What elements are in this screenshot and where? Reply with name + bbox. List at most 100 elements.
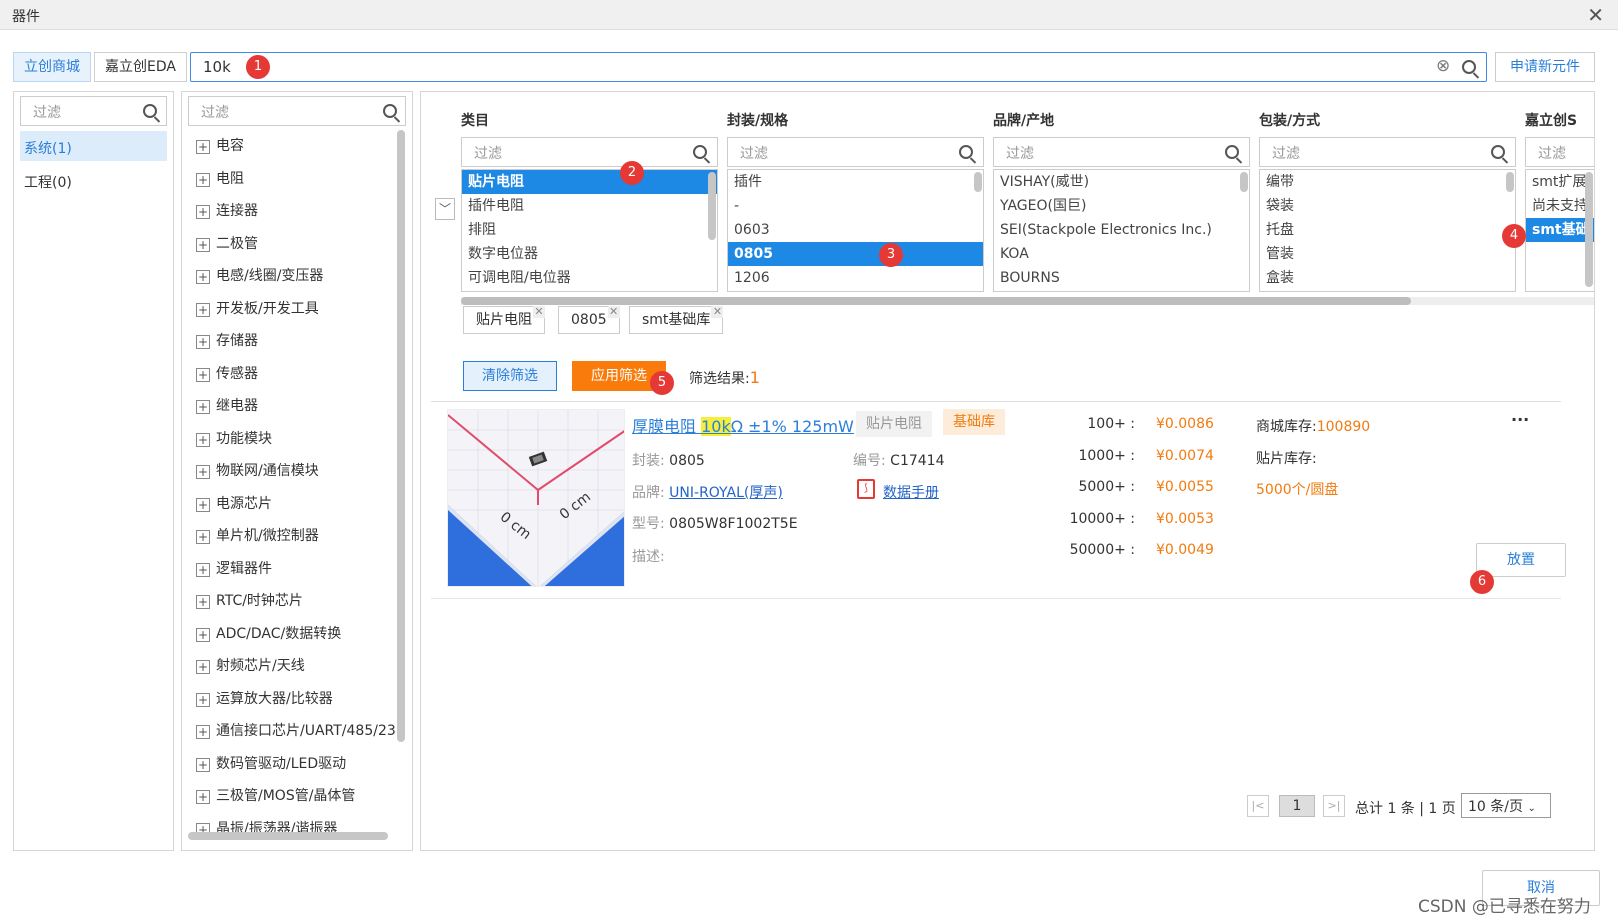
facet-option[interactable]: 排阻 — [462, 218, 717, 242]
facet-option[interactable]: 托盘 — [1260, 218, 1515, 242]
tree-item[interactable]: + 射频芯片/天线 — [196, 655, 305, 679]
search-input[interactable]: 10k ⊗ — [190, 52, 1487, 82]
facet-option[interactable]: 编带 — [1260, 170, 1515, 194]
clear-icon[interactable]: ⊗ — [1436, 56, 1450, 76]
tree-item[interactable]: + RTC/时钟芯片 — [196, 590, 303, 614]
tree-item[interactable]: + 电源芯片 — [196, 493, 272, 517]
tree-item[interactable]: + 通信接口芯片/UART/485/23 — [196, 720, 396, 744]
expand-icon[interactable]: + — [196, 562, 210, 577]
page-1-button[interactable]: 1 — [1279, 795, 1315, 817]
source-item-project[interactable]: 工程(0) — [24, 172, 72, 192]
expand-icon[interactable]: + — [196, 432, 210, 447]
tree-item[interactable]: + 传感器 — [196, 363, 258, 387]
search-icon[interactable] — [1225, 145, 1239, 159]
facets-horizontal-scrollbar[interactable] — [461, 297, 1411, 305]
expand-icon[interactable]: + — [196, 530, 210, 544]
facet-scrollbar[interactable] — [974, 172, 982, 192]
facet-filter-input[interactable]: 过滤 — [1259, 137, 1516, 167]
expand-icon[interactable]: + — [196, 497, 210, 512]
search-icon[interactable] — [1462, 60, 1476, 74]
tree-item[interactable]: + 开发板/开发工具 — [196, 298, 319, 322]
facet-option[interactable]: 可调电阻/电位器 — [462, 266, 717, 290]
facet-option[interactable]: 数字电位器 — [462, 242, 717, 266]
product-title-link[interactable]: 厚膜电阻 10kΩ ±1% 125mW — [632, 413, 854, 437]
pdf-icon[interactable]: ⟆ — [857, 479, 875, 499]
expand-icon[interactable]: + — [196, 595, 210, 609]
facet-option[interactable]: BOURNS — [994, 266, 1249, 290]
facet-option[interactable]: KOA — [994, 242, 1249, 266]
search-icon[interactable] — [143, 104, 157, 118]
close-icon[interactable]: ✕ — [1587, 3, 1604, 27]
facet-option[interactable]: YAGEO(国巨) — [994, 194, 1249, 218]
expand-icon[interactable]: + — [196, 205, 210, 219]
facet-option[interactable]: 盒装 — [1260, 266, 1515, 290]
facet-filter-input[interactable]: 过滤 — [727, 137, 984, 167]
tree-item[interactable]: + 三极管/MOS管/晶体管 — [196, 785, 355, 809]
facet-option[interactable]: SEI(Stackpole Electronics Inc.) — [994, 218, 1249, 242]
facet-filter-input[interactable]: 过滤 — [993, 137, 1250, 167]
facet-scrollbar[interactable] — [1585, 172, 1593, 287]
tree-filter-input[interactable]: 过滤 — [188, 96, 406, 126]
facet-scrollbar[interactable] — [1240, 172, 1248, 192]
request-component-button[interactable]: 申请新元件 — [1495, 52, 1595, 82]
facet-option[interactable]: 0805 — [728, 242, 983, 266]
tree-item[interactable]: + 连接器 — [196, 200, 258, 224]
tree-item[interactable]: + 数码管驱动/LED驱动 — [196, 753, 346, 777]
expand-icon[interactable]: + — [196, 692, 210, 707]
tree-item[interactable]: + 存储器 — [196, 330, 258, 354]
source-filter-input[interactable]: 过滤 — [20, 96, 167, 126]
facet-option[interactable]: 管装 — [1260, 242, 1515, 266]
page-size-select[interactable]: 10 条/页 ⌄ — [1461, 793, 1551, 818]
expand-icon[interactable]: + — [196, 757, 210, 772]
tree-item[interactable]: + 功能模块 — [196, 428, 272, 452]
tree-item[interactable]: + 电阻 — [196, 168, 244, 192]
tree-item[interactable]: + 逻辑器件 — [196, 558, 272, 582]
remove-chip-icon[interactable]: ✕ — [607, 306, 620, 318]
facet-option[interactable]: 插件电阻 — [462, 194, 717, 218]
expand-icon[interactable]: + — [196, 725, 210, 739]
expand-icon[interactable]: + — [196, 270, 210, 284]
expand-icon[interactable]: + — [196, 465, 210, 479]
expand-icon[interactable]: + — [196, 627, 210, 642]
expand-icon[interactable]: + — [196, 400, 210, 414]
expand-icon[interactable]: + — [196, 302, 210, 317]
expand-icon[interactable]: + — [196, 172, 210, 187]
tab-jlceda[interactable]: 嘉立创EDA — [94, 52, 187, 82]
expand-icon[interactable]: + — [196, 367, 210, 382]
facet-option[interactable]: 袋装 — [1260, 194, 1515, 218]
search-icon[interactable] — [693, 145, 707, 159]
tree-item[interactable]: + 单片机/微控制器 — [196, 525, 319, 549]
facet-option[interactable]: 1206 — [728, 266, 983, 290]
datasheet-link[interactable]: 数据手册 — [883, 482, 939, 502]
tree-vertical-scrollbar[interactable] — [397, 130, 405, 742]
facet-option[interactable]: VISHAY(威世) — [994, 170, 1249, 194]
expand-icon[interactable]: + — [196, 335, 210, 349]
first-page-button[interactable]: |< — [1247, 795, 1269, 817]
tree-item[interactable]: + 运算放大器/比较器 — [196, 688, 333, 712]
tree-item[interactable]: + ADC/DAC/数据转换 — [196, 623, 341, 647]
search-icon[interactable] — [959, 145, 973, 159]
facet-option[interactable]: - — [728, 194, 983, 218]
facet-option[interactable]: 0603 — [728, 218, 983, 242]
remove-chip-icon[interactable]: ✕ — [533, 306, 545, 318]
search-icon[interactable] — [383, 104, 397, 118]
tree-horizontal-scrollbar[interactable] — [188, 832, 388, 840]
expand-icon[interactable]: + — [196, 237, 210, 252]
brand-link[interactable]: UNI-ROYAL(厚声) — [669, 485, 783, 501]
source-item-system[interactable]: 系统(1) — [20, 131, 167, 161]
expand-icon[interactable]: + — [196, 660, 210, 674]
remove-chip-icon[interactable]: ✕ — [711, 306, 724, 318]
tree-item[interactable]: + 电容 — [196, 135, 244, 159]
facet-option[interactable]: smt扩展 — [1526, 170, 1594, 194]
facet-filter-input[interactable]: 过滤 — [1525, 137, 1594, 167]
tree-item[interactable]: + 继电器 — [196, 395, 258, 419]
more-icon[interactable]: ··· — [1511, 410, 1529, 429]
tab-lcsc[interactable]: 立创商城 — [13, 52, 91, 82]
tree-item[interactable]: + 电感/线圈/变压器 — [196, 265, 323, 289]
expand-icon[interactable]: + — [196, 790, 210, 804]
tree-item[interactable]: + 物联网/通信模块 — [196, 460, 319, 484]
facet-option[interactable]: 尚未支持 — [1526, 194, 1594, 218]
search-icon[interactable] — [1491, 145, 1505, 159]
tree-item[interactable]: + 二极管 — [196, 233, 258, 257]
facet-option[interactable]: smt基础 — [1526, 218, 1594, 242]
